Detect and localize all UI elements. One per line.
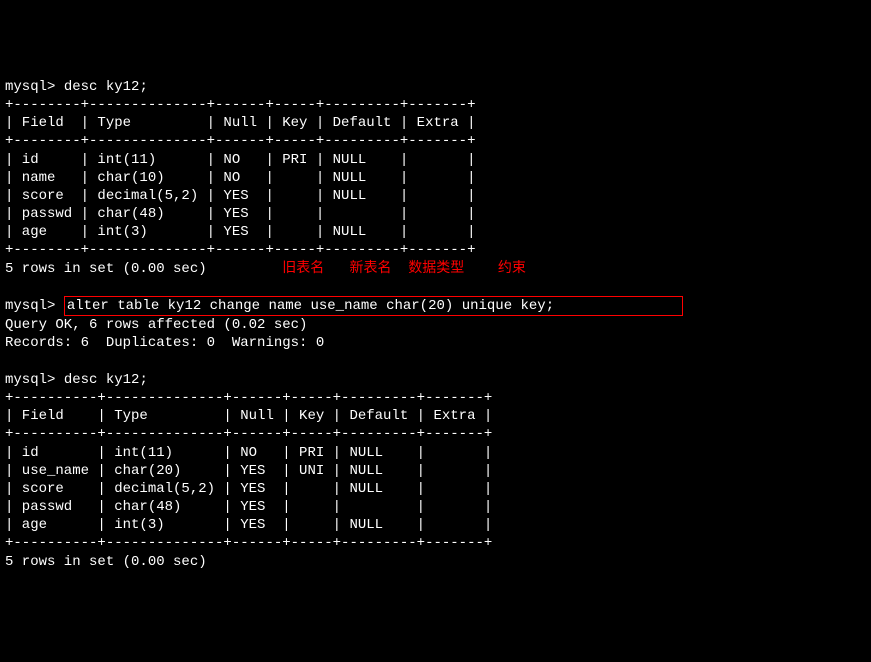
highlighted-command-box: alter table ky12 change name use_name ch…	[64, 296, 683, 316]
table-separator: +----------+--------------+------+-----+…	[5, 426, 492, 442]
table-row: | age | int(3) | YES | | NULL | |	[5, 224, 475, 240]
mysql-prompt: mysql>	[5, 79, 64, 95]
mysql-prompt: mysql>	[5, 372, 64, 388]
table-separator: +----------+--------------+------+-----+…	[5, 535, 492, 551]
table-header: | Field | Type | Null | Key | Default | …	[5, 408, 492, 424]
table-header: | Field | Type | Null | Key | Default | …	[5, 115, 475, 131]
query-result-line1: Query OK, 6 rows affected (0.02 sec)	[5, 317, 307, 333]
table-row: | id | int(11) | NO | PRI | NULL | |	[5, 152, 475, 168]
table-row: | score | decimal(5,2) | YES | | NULL | …	[5, 481, 492, 497]
table-row: | name | char(10) | NO | | NULL | |	[5, 170, 475, 186]
table-separator: +----------+--------------+------+-----+…	[5, 390, 492, 406]
table-row: | score | decimal(5,2) | YES | | NULL | …	[5, 188, 475, 204]
result-footer: 5 rows in set (0.00 sec)	[5, 261, 207, 277]
result-footer: 5 rows in set (0.00 sec)	[5, 554, 207, 570]
table-row: | passwd | char(48) | YES | | | |	[5, 499, 492, 515]
table-separator: +--------+--------------+------+-----+--…	[5, 242, 475, 258]
annotation-data-type: 数据类型	[408, 261, 464, 277]
table-row: | use_name | char(20) | YES | UNI | NULL…	[5, 463, 492, 479]
annotation-constraint: 约束	[498, 261, 526, 277]
annotation-old-name: 旧表名	[282, 261, 324, 277]
table-row: | passwd | char(48) | YES | | | |	[5, 206, 475, 222]
mysql-prompt: mysql>	[5, 298, 64, 314]
table-row: | age | int(3) | YES | | NULL | |	[5, 517, 492, 533]
annotation-new-name: 新表名	[349, 261, 391, 277]
table-separator: +--------+--------------+------+-----+--…	[5, 133, 475, 149]
query-result-line2: Records: 6 Duplicates: 0 Warnings: 0	[5, 335, 324, 351]
table-separator: +--------+--------------+------+-----+--…	[5, 97, 475, 113]
sql-command-desc1[interactable]: desc ky12;	[64, 79, 148, 95]
table-row: | id | int(11) | NO | PRI | NULL | |	[5, 445, 492, 461]
terminal-output: mysql> desc ky12; +--------+------------…	[5, 78, 866, 571]
sql-command-alter[interactable]: alter table ky12 change name use_name ch…	[67, 298, 554, 314]
sql-command-desc2[interactable]: desc ky12;	[64, 372, 148, 388]
